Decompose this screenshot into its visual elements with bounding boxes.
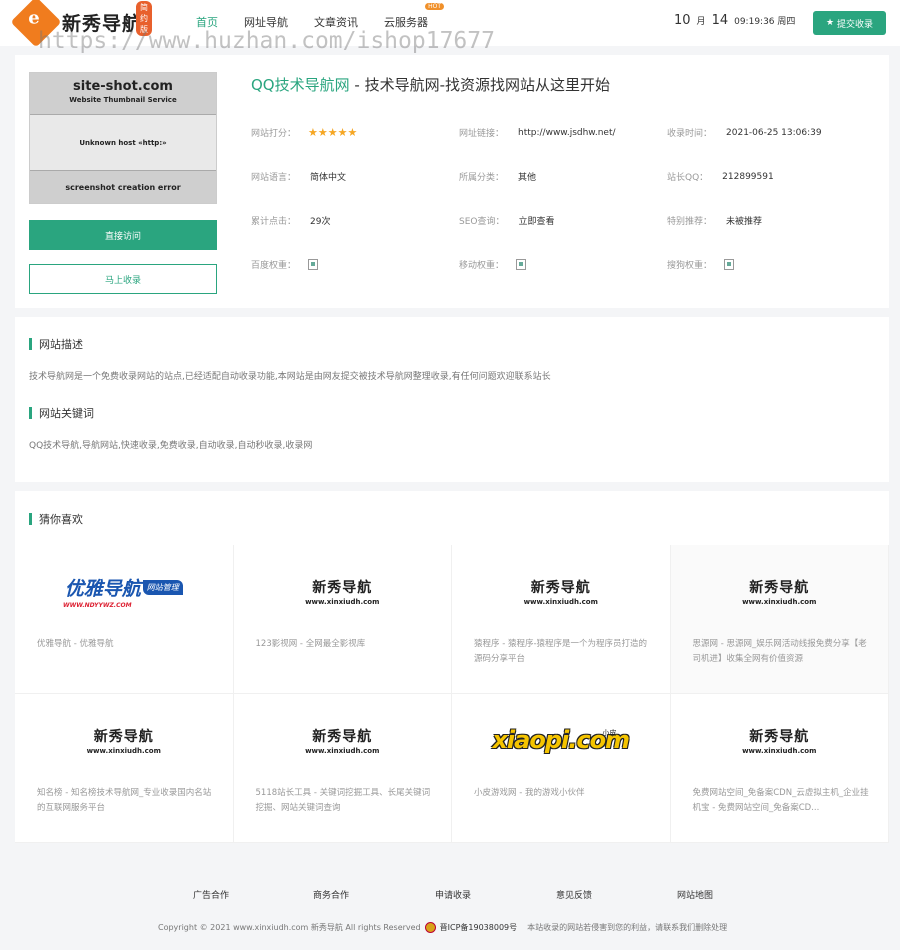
thumb-subtitle: Website Thumbnail Service [69,96,177,104]
date-day: 14 [711,13,729,28]
recommend-item[interactable]: 新秀导航 www.xinxiudh.com 5118站长工具 - 关键词挖掘工具… [233,694,452,843]
footer-link-feedback[interactable]: 意见反馈 [556,888,592,901]
item-title: 免费网站空间_免备案CDN_云虚拟主机_企业挂机宝 - 免费网站空间_免备案CD… [692,788,869,813]
recommend-item[interactable]: 新秀导航 www.xinxiudh.com 免费网站空间_免备案CDN_云虚拟主… [670,694,889,843]
site-title-rest: - 技术导航网-找资源找网站从这里开始 [349,76,610,94]
footer-link-sitemap[interactable]: 网站地图 [677,888,713,901]
nav-site-directory[interactable]: 网址导航 [244,14,288,30]
date-display: 10 月 14 09:19:36 周四 [674,13,795,28]
meta-time: 收录时间： 2021-06-25 13:06:39 [667,127,822,140]
item-title: 优雅导航 - 优雅导航 [37,639,114,649]
item-title: 123影视网 - 全网最全影视库 [255,639,366,649]
icp-link[interactable]: 晋ICP备19038009号 [440,922,518,933]
collect-now-button[interactable]: 马上收录 [29,264,217,294]
disclaimer-text: 本站收录的网站若侵害到您的利益，请联系我们删除处理 [527,923,728,932]
description-text: 技术导航网是一个免费收录网站的站点,已经适配自动收录功能,本网站是由网友提交被技… [29,372,551,382]
meta-category: 所属分类： 其他 [459,170,536,183]
guess-you-like-card: 猜你喜欢 优雅导航 网站管理 WWW.NDYYWZ.COM 优雅导航 - 优雅导… [15,491,889,843]
logo-mark-icon: e [10,0,62,48]
item-logo: 新秀导航 www.xinxiudh.com [742,728,817,755]
site-logo[interactable]: e 新秀导航 简约版 [10,0,152,48]
submit-site-button[interactable]: ★ 提交收录 [813,11,886,35]
item-logo: xiaopi.com 小皮 [492,726,630,754]
meta-link: 网址链接： http://www.jsdhw.net/ [459,127,616,140]
item-title: 小皮游戏网 - 我的游戏小伙伴 [474,788,585,798]
footer-link-ads[interactable]: 广告合作 [193,888,229,901]
meta-seo: SEO查询： 立即查看 [459,214,555,227]
broken-image-icon [724,259,735,270]
broken-image-icon [516,259,527,270]
seo-check-link[interactable]: 立即查看 [518,214,554,227]
description-heading: 网站描述 [29,336,83,352]
recommend-item[interactable]: 新秀导航 www.xinxiudh.com 猿程序 - 猿程序-猿程序是一个为程… [452,545,671,694]
nav-home[interactable]: 首页 [196,14,218,30]
meta-baidu-weight: 百度权重： [251,258,319,271]
item-title: 5118站长工具 - 关键词挖掘工具、长尾关键词挖掘、网站关键词查询 [255,788,431,813]
meta-clicks: 累计点击： 29次 [251,217,331,227]
site-description-card: 网站描述 技术导航网是一个免费收录网站的站点,已经适配自动收录功能,本网站是由网… [15,317,889,482]
thumb-error-text: screenshot creation error [30,170,216,203]
guess-heading: 猜你喜欢 [29,511,83,527]
date-month: 10 [674,13,691,28]
recommend-grid: 优雅导航 网站管理 WWW.NDYYWZ.COM 优雅导航 - 优雅导航 新秀导… [15,545,889,843]
footer-link-apply[interactable]: 申请收录 [435,888,471,901]
recommend-item[interactable]: 新秀导航 www.xinxiudh.com 思源网 - 思源网_娱乐网活动线报免… [670,545,889,694]
date-time: 09:19:36 周四 [734,17,796,27]
police-badge-icon [424,922,436,933]
nav-cloud-server[interactable]: 云服务器 HOT [384,3,444,30]
item-title: 猿程序 - 猿程序-猿程序是一个为程序员打造的源码分享平台 [474,639,648,664]
copyright: Copyright © 2021 www.xinxiudh.com 新秀导航 A… [158,922,727,933]
recommend-item[interactable]: 新秀导航 www.xinxiudh.com 123影视网 - 全网最全影视库 [233,545,452,694]
logo-text: 新秀导航 [62,12,143,35]
visit-site-button[interactable]: 直接访问 [29,220,217,250]
thumb-error-host: Unknown host «http:» [79,138,167,147]
item-title: 思源网 - 思源网_娱乐网活动线报免费分享【老司机进】收集全网有价值资源 [692,639,867,664]
item-logo: 优雅导航 网站管理 WWW.NDYYWZ.COM [15,573,233,609]
meta-recommend: 特别推荐： 未被推荐 [667,217,763,227]
keywords-text: QQ技术导航,导航网站,快速收录,免费收录,自动收录,自动秒收录,收录网 [29,441,313,451]
site-info-card: site-shot.com Website Thumbnail Service … [15,55,889,308]
date-month-unit: 月 [696,17,706,27]
star-icon: ★ [825,18,835,28]
meta-mobile-weight: 移动权重： [459,258,527,271]
item-logo: 新秀导航 www.xinxiudh.com [305,728,380,755]
item-logo: 新秀导航 www.xinxiudh.com [523,579,598,606]
site-name: QQ技术导航网 [251,76,350,94]
meta-lang: 网站语言： 简体中文 [251,173,347,183]
site-thumbnail: site-shot.com Website Thumbnail Service … [29,72,217,204]
recommend-item[interactable]: 新秀导航 www.xinxiudh.com 知名榜 - 知名榜技术导航网_专业收… [15,694,234,843]
rating-stars-icon: ★★★★★ [308,126,358,139]
site-title: QQ技术导航网 - 技术导航网-找资源找网站从这里开始 [251,74,610,95]
footer-link-business[interactable]: 商务合作 [313,888,349,901]
item-title: 知名榜 - 知名榜技术导航网_专业收录国内名站的互联网服务平台 [37,788,212,813]
edition-badge: 简约版 [136,1,152,36]
copyright-text: Copyright © 2021 www.xinxiudh.com 新秀导航 A… [158,923,421,932]
thumb-title: site-shot.com [73,79,173,94]
category-link[interactable]: 其他 [518,170,536,183]
hot-badge: HOT [425,3,444,10]
keywords-heading: 网站关键词 [29,405,94,421]
item-logo: 新秀导航 www.xinxiudh.com [86,728,161,755]
meta-sogou-weight: 搜狗权重： [667,258,735,271]
meta-qq: 站长QQ： 212899591 [667,171,774,184]
meta-rating: 网站打分： ★★★★★ [251,126,358,139]
broken-image-icon [308,259,319,270]
item-logo: 新秀导航 www.xinxiudh.com [742,579,817,606]
item-logo: 新秀导航 www.xinxiudh.com [305,579,380,606]
main-nav: 首页 网址导航 文章资讯 云服务器 HOT [196,3,444,30]
nav-articles[interactable]: 文章资讯 [314,14,358,30]
recommend-item[interactable]: 优雅导航 网站管理 WWW.NDYYWZ.COM 优雅导航 - 优雅导航 [15,545,234,694]
footer-links: 广告合作 商务合作 申请收录 意见反馈 网站地图 [0,888,900,902]
site-url-link[interactable]: http://www.jsdhw.net/ [518,128,616,138]
recommend-item[interactable]: xiaopi.com 小皮 小皮游戏网 - 我的游戏小伙伴 [452,694,671,843]
top-header: e 新秀导航 简约版 首页 网址导航 文章资讯 云服务器 HOT 10 月 14 … [0,0,900,48]
